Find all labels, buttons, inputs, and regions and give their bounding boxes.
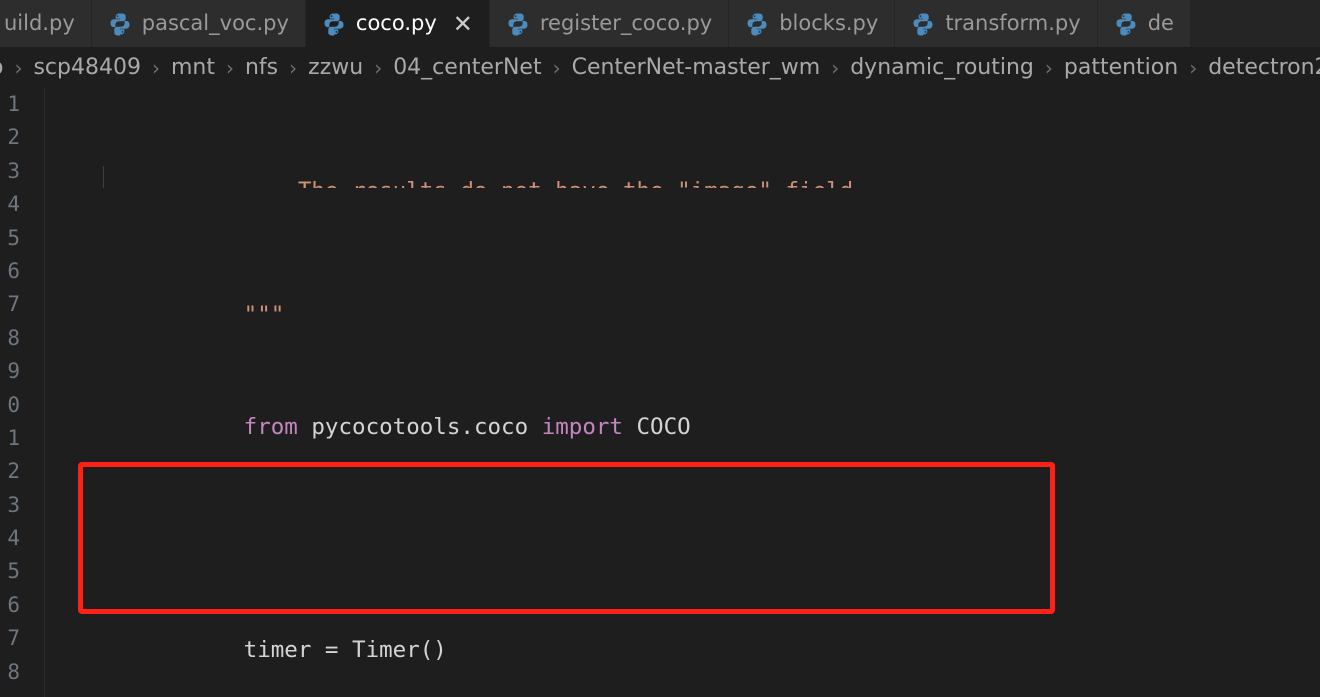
line-number: 1 xyxy=(7,425,20,450)
line-number: 1 xyxy=(7,92,20,116)
chevron-right-icon: › xyxy=(374,55,383,80)
breadcrumb-item-9[interactable]: detectron2-master xyxy=(1208,55,1320,80)
line-number: 8 xyxy=(7,325,20,350)
line-number: 4 xyxy=(7,526,20,551)
chevron-right-icon: › xyxy=(289,55,298,80)
tab-label: coco.py xyxy=(355,11,437,35)
tab-coco-py[interactable]: coco.py ✕ xyxy=(305,0,490,47)
tab-register-coco-py[interactable]: register_coco.py xyxy=(489,0,730,47)
code-editor[interactable]: 1 2 3 4 5 6 7 8 9 0 1 2 3 4 5 6 7 8 The … xyxy=(0,88,1320,697)
tab-build-py[interactable]: uild.py xyxy=(0,0,92,47)
tab-de-py[interactable]: de xyxy=(1097,0,1191,47)
chevron-right-icon: › xyxy=(1044,55,1053,80)
python-icon xyxy=(508,13,528,35)
code-line-blank-1 xyxy=(54,489,1320,522)
chevron-right-icon: › xyxy=(14,55,23,80)
code-line-import: from pycocotools.coco import COCO xyxy=(243,413,691,440)
breadcrumb-item-3[interactable]: nfs xyxy=(245,55,278,80)
breadcrumb-item-6[interactable]: CenterNet-master_wm xyxy=(572,55,821,80)
code-content[interactable]: The results do not have the "image" fiel… xyxy=(54,88,1320,697)
line-number: 5 xyxy=(7,559,20,584)
python-icon xyxy=(747,13,767,35)
tab-label: register_coco.py xyxy=(539,11,713,35)
tab-label: de xyxy=(1147,11,1174,35)
breadcrumb-item-5[interactable]: 04_centerNet xyxy=(393,55,541,80)
breadcrumb-item-8[interactable]: pattention xyxy=(1064,55,1178,80)
breadcrumb: o › scp48409 › mnt › nfs › zzwu › 04_cen… xyxy=(0,47,1320,88)
breadcrumb-item-0[interactable]: o xyxy=(0,55,3,80)
editor-tab-bar: uild.py pascal_voc.py coco.py ✕ register… xyxy=(0,0,1320,47)
tab-label: blocks.py xyxy=(779,11,879,35)
breadcrumb-item-1[interactable]: scp48409 xyxy=(33,55,141,80)
breadcrumb-item-7[interactable]: dynamic_routing xyxy=(850,55,1034,80)
tab-pascal-voc-py[interactable]: pascal_voc.py xyxy=(91,0,306,47)
close-icon[interactable]: ✕ xyxy=(453,12,473,36)
tab-blocks-py[interactable]: blocks.py xyxy=(729,0,896,47)
tab-label: transform.py xyxy=(945,11,1081,35)
line-number: 3 xyxy=(7,492,20,517)
line-number: 7 xyxy=(7,292,20,317)
tab-label: uild.py xyxy=(4,11,75,35)
code-line-docstring-text: The results do not have the "image" fiel… xyxy=(54,166,1320,188)
line-number-gutter: 1 2 3 4 5 6 7 8 9 0 1 2 3 4 5 6 7 8 xyxy=(0,88,22,697)
chevron-right-icon: › xyxy=(1189,55,1198,80)
python-icon xyxy=(110,13,130,35)
line-number: 7 xyxy=(7,626,20,651)
chevron-right-icon: › xyxy=(151,55,160,80)
python-icon xyxy=(324,13,344,35)
python-icon xyxy=(913,13,933,35)
breadcrumb-item-2[interactable]: mnt xyxy=(171,55,215,80)
line-number: 9 xyxy=(7,359,20,384)
chevron-right-icon: › xyxy=(831,55,840,80)
fold-rail-divider xyxy=(44,88,45,697)
line-number: 2 xyxy=(7,459,20,484)
line-number: 6 xyxy=(7,592,20,617)
line-number: 2 xyxy=(7,125,20,150)
chevron-right-icon: › xyxy=(225,55,234,80)
code-line-timer: timer = Timer() xyxy=(135,636,447,663)
tab-transform-py[interactable]: transform.py xyxy=(895,0,1098,47)
line-number: 4 xyxy=(7,192,20,217)
line-number: 8 xyxy=(7,659,20,684)
line-number: 5 xyxy=(7,225,20,250)
line-number: 0 xyxy=(7,392,20,417)
python-icon xyxy=(1116,13,1136,35)
tab-label: pascal_voc.py xyxy=(141,11,289,35)
line-number: 3 xyxy=(7,158,20,183)
breadcrumb-item-4[interactable]: zzwu xyxy=(308,55,363,80)
chevron-right-icon: › xyxy=(552,55,561,80)
code-line-docstring-end: """ xyxy=(135,302,285,329)
line-number: 6 xyxy=(7,258,20,283)
